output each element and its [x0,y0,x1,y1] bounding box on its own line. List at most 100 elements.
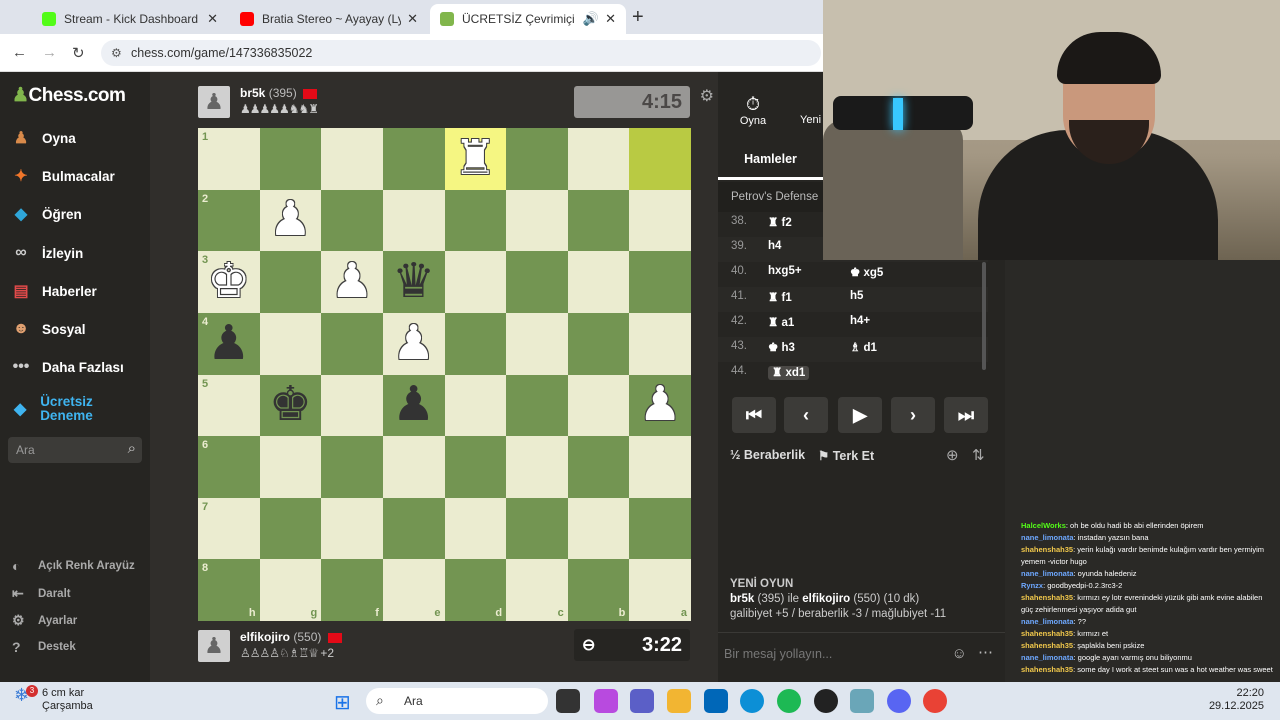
player-name[interactable]: elfikojiro [240,630,290,644]
light-ui-toggle[interactable]: ◐ Açık Renk Arayüz [12,558,135,574]
square-h7[interactable]: 7 [198,497,260,560]
chat-username[interactable]: shahenshah35 [1021,641,1073,650]
square-f2[interactable] [321,189,383,252]
white-pawn-icon[interactable]: ♟ [639,381,682,429]
square-e5[interactable]: ♟ [382,374,445,437]
square-a4[interactable] [629,312,691,375]
square-c2[interactable] [506,189,568,252]
file-explorer-icon[interactable] [667,689,691,713]
previous-move-button[interactable]: ‹ [784,397,828,433]
more-options-icon[interactable]: ⋯ [978,643,993,661]
chat-username[interactable]: nane_limonata [1021,617,1074,626]
spotify-icon[interactable] [777,689,801,713]
sidebar-item-more[interactable]: ••• Daha Fazlası [10,356,124,378]
square-e6[interactable] [382,436,445,498]
square-c5[interactable] [506,374,568,437]
chat-username[interactable]: HalcelWorks [1021,521,1066,530]
square-h8[interactable]: 8h [198,559,260,621]
square-b4[interactable] [567,312,630,375]
square-g2[interactable]: ♟ [259,189,322,252]
url-field[interactable]: ⚙ chess.com/game/147336835022 [101,40,821,66]
tab-chess[interactable]: ÜCRETSİZ Çevrimiçi Satranç 🔊 ✕ [430,4,626,34]
task-view-icon[interactable] [556,689,580,713]
white-rook-icon[interactable]: ♜ [454,134,497,183]
chrome-icon[interactable] [923,689,947,713]
black-move[interactable]: h5 [850,290,863,302]
chess-board[interactable]: 1 ♜ 2 ♟ 3 ♚ ♟ ♛ 4 ♟ ♟ 5 ♚ ♟ ♟ 6 7 8 h g f e d c b a [198,128,691,621]
square-c3[interactable] [506,251,568,313]
edge-icon[interactable] [740,689,764,713]
share-icon[interactable]: ⊕ [946,446,959,464]
square-d5[interactable] [444,374,507,437]
square-g7[interactable] [259,497,322,560]
chat-username[interactable]: shahenshah35 [1021,665,1073,674]
square-a7[interactable] [629,497,691,560]
square-a5[interactable]: ♟ [629,374,691,437]
chat-username[interactable]: shahenshah35 [1021,593,1073,602]
close-tab-icon[interactable]: ✕ [207,11,218,27]
reload-icon[interactable]: ↻ [72,44,85,62]
square-c6[interactable] [506,436,568,498]
draw-button[interactable]: ½ Beraberlik [730,448,805,462]
square-h2[interactable]: 2 [198,189,260,252]
weather-widget[interactable]: ❄ 3 6 cm kar Çarşamba [14,685,93,713]
tab-kick-dashboard[interactable]: Stream - Kick Dashboard ✕ [32,4,228,34]
square-f6[interactable] [321,436,383,498]
collapse-button[interactable]: ⇤ Daralt [12,585,71,602]
square-b3[interactable] [567,251,630,313]
flip-board-icon[interactable]: ⇅ [972,446,985,464]
move-list-scrollbar[interactable] [982,262,986,370]
store-icon[interactable] [704,689,728,713]
sidebar-item-learn[interactable]: ◆ Öğren [10,203,82,225]
square-h6[interactable]: 6 [198,436,260,498]
square-g5[interactable]: ♚ [259,374,322,437]
black-pawn-icon[interactable]: ♟ [392,381,435,429]
sidebar-item-news[interactable]: ▤ Haberler [10,280,96,302]
square-f4[interactable] [321,312,383,375]
sidebar-search-input[interactable]: Ara ⌕ [8,437,142,463]
close-tab-icon[interactable]: ✕ [407,11,418,27]
square-h3[interactable]: 3 ♚ [198,251,260,313]
chat-username[interactable]: nane_limonata [1021,653,1074,662]
square-f8[interactable]: f [321,559,383,621]
square-f1[interactable] [321,128,383,190]
last-move-button[interactable]: ⏭ [944,397,988,433]
play-button[interactable]: ▶ [838,397,882,433]
square-g8[interactable]: g [259,559,322,621]
square-a3[interactable] [629,251,691,313]
square-c8[interactable]: c [506,559,568,621]
white-move[interactable]: ♜ f2 [768,215,792,229]
square-g6[interactable] [259,436,322,498]
square-h1[interactable]: 1 [198,128,260,190]
chat-username[interactable]: shahenshah35 [1021,629,1073,638]
square-e2[interactable] [382,189,445,252]
teams-icon[interactable] [630,689,654,713]
square-c7[interactable] [506,497,568,560]
sidebar-item-puzzles[interactable]: ✦ Bulmacalar [10,165,115,187]
white-move[interactable]: ♜ a1 [768,315,794,329]
back-icon[interactable]: ← [12,44,27,61]
new-tab-button[interactable]: + [632,6,644,29]
black-move[interactable]: h4+ [850,315,870,327]
player-name[interactable]: br5k [240,86,265,100]
square-b2[interactable] [567,189,630,252]
square-d4[interactable] [444,312,507,375]
message-input[interactable]: Bir mesaj yollayın... ☺ ⋯ [718,632,1005,682]
sidebar-item-social[interactable]: ☻ Sosyal [10,318,86,340]
square-a2[interactable] [629,189,691,252]
tab-play[interactable]: ⏱ Oyna [730,94,776,127]
next-move-button[interactable]: › [891,397,935,433]
square-g3[interactable] [259,251,322,313]
white-pawn-icon[interactable]: ♟ [269,196,312,244]
white-pawn-icon[interactable]: ♟ [392,319,435,368]
avatar[interactable]: ♟ [198,630,230,662]
close-tab-icon[interactable]: ✕ [605,11,616,27]
forward-icon[interactable]: → [42,44,57,61]
obs-icon[interactable] [814,689,838,713]
square-g1[interactable] [259,128,322,190]
sidebar-item-play[interactable]: ♟ Oyna [10,127,76,149]
square-h5[interactable]: 5 [198,374,260,437]
tab-moves[interactable]: Hamleler [718,148,823,180]
square-c1[interactable] [506,128,568,190]
copilot-icon[interactable] [594,689,618,713]
